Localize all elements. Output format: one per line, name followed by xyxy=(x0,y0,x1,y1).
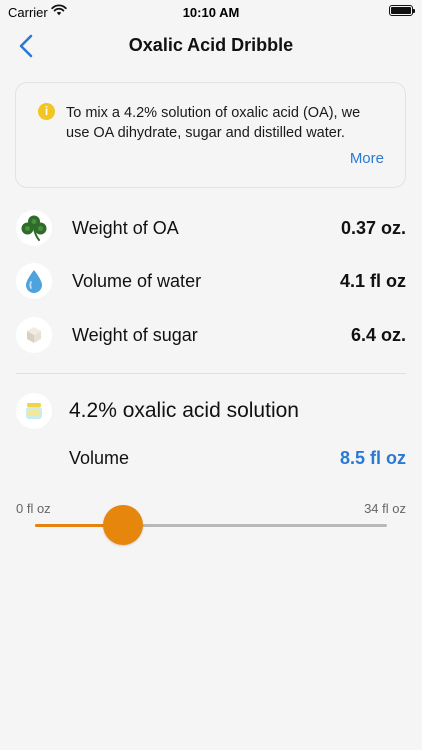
more-link[interactable]: More xyxy=(350,150,384,167)
jar-icon xyxy=(16,393,52,429)
battery-icon xyxy=(389,5,415,16)
ingredient-row-oa-weight: Weight of OA 0.37 oz. xyxy=(0,208,422,248)
slider-thumb[interactable] xyxy=(103,505,143,545)
ingredient-row-sugar-weight: Weight of sugar 6.4 oz. xyxy=(0,315,422,355)
slider-min-label: 0 fl oz xyxy=(16,501,51,516)
status-time: 10:10 AM xyxy=(182,5,240,20)
ingredient-label: Weight of sugar xyxy=(72,325,198,345)
divider xyxy=(16,373,406,374)
info-icon: i xyxy=(38,103,55,120)
page-title: Oxalic Acid Dribble xyxy=(128,35,294,55)
clover-icon xyxy=(16,210,52,246)
info-card: i To mix a 4.2% solution of oxalic acid … xyxy=(15,82,406,188)
info-text: To mix a 4.2% solution of oxalic acid (O… xyxy=(66,105,361,141)
volume-slider[interactable] xyxy=(35,505,387,545)
solution-title: 4.2% oxalic acid solution xyxy=(69,399,299,422)
slider-max-label: 34 fl oz xyxy=(364,501,406,516)
ingredient-value: 0.37 oz. xyxy=(340,218,406,238)
ingredient-value: 4.1 fl oz xyxy=(339,271,406,291)
volume-value: 8.5 fl oz xyxy=(339,448,406,468)
ingredient-row-water-volume: Volume of water 4.1 fl oz xyxy=(0,261,422,301)
volume-label: Volume xyxy=(69,448,130,468)
status-bar: Carrier 10:10 AM xyxy=(0,0,422,24)
ingredient-value: 6.4 oz. xyxy=(350,325,406,345)
sugar-cube-icon xyxy=(16,317,52,353)
navigation-bar: Oxalic Acid Dribble xyxy=(0,24,422,68)
ingredient-label: Volume of water xyxy=(72,271,202,291)
ingredient-label: Weight of OA xyxy=(72,218,179,238)
water-drop-icon xyxy=(16,263,52,299)
